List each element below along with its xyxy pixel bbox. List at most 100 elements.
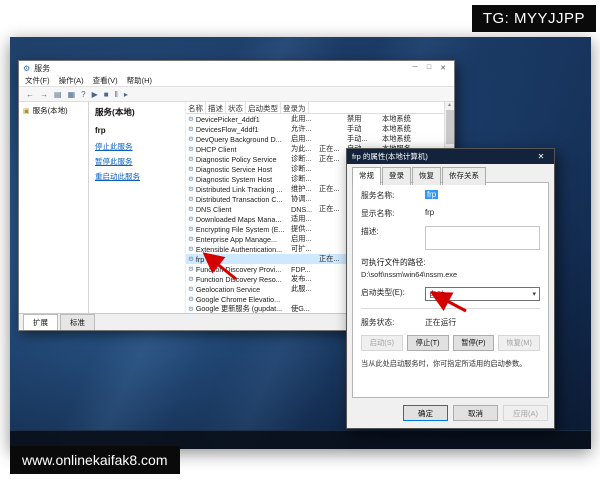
service-name: Function Discovery Reso... (196, 275, 282, 284)
service-status-cell: 正在... (319, 144, 347, 154)
service-desc-cell: 维护... (291, 184, 319, 194)
dialog-tab[interactable]: 常规 (352, 167, 381, 185)
startup-type-select[interactable]: 自动 ▾ (425, 287, 540, 301)
service-name: Geolocation Service (196, 285, 260, 294)
scroll-up-icon[interactable]: ▲ (447, 102, 452, 108)
column-header[interactable]: 状态 (226, 102, 246, 113)
toolbar-icon[interactable]: ▶ (92, 90, 98, 99)
desktop: ⚙ 服务 ─□✕ 文件(F)操作(A)查看(V)帮助(H) ←→▤▦?▶■‖▸ … (10, 37, 591, 449)
menu-item[interactable]: 查看(V) (93, 75, 118, 86)
service-name-cell: ⚙Google 更新服务 (gupdat... (186, 304, 291, 313)
column-header[interactable]: 登录为 (281, 102, 309, 113)
service-control-buttons: 启动(S)停止(T)暂停(P)恢复(M) (361, 335, 540, 351)
dialog-tab[interactable]: 依存关系 (442, 167, 486, 185)
service-gear-icon: ⚙ (188, 225, 194, 233)
menu-item[interactable]: 操作(A) (59, 75, 84, 86)
service-gear-icon: ⚙ (188, 135, 194, 143)
service-gear-icon: ⚙ (188, 175, 194, 183)
column-header[interactable]: 描述 (206, 102, 226, 113)
service-name-label: 服务名称: (361, 190, 425, 201)
dialog-footer-button[interactable]: 取消 (453, 405, 498, 421)
service-name: Distributed Link Tracking ... (196, 185, 283, 194)
service-gear-icon: ⚙ (188, 285, 194, 293)
service-action-link[interactable]: 重启动此服务 (95, 171, 179, 182)
service-name-cell: ⚙DHCP Client (186, 145, 291, 154)
window-control-icon[interactable]: ─ (408, 64, 422, 72)
service-name: Distributed Transaction C... (196, 195, 283, 204)
service-desc-cell: 协调... (291, 194, 319, 204)
service-name-cell: ⚙DevQuery Background D... (186, 135, 291, 144)
toolbar-icon[interactable]: ? (81, 90, 85, 99)
tree-item-label: 服务(本地) (33, 105, 68, 116)
services-titlebar[interactable]: ⚙ 服务 ─□✕ (19, 61, 454, 75)
toolbar-icon[interactable]: ← (26, 90, 34, 99)
close-icon[interactable]: ✕ (533, 152, 549, 161)
service-name-cell: ⚙DNS Client (186, 205, 291, 214)
service-action-links: 停止此服务暂停此服务重启动此服务 (95, 141, 179, 182)
service-name: Google Chrome Elevatio... (196, 295, 280, 304)
service-gear-icon: ⚙ (188, 125, 194, 133)
service-name: Diagnostic System Host (196, 175, 272, 184)
service-control-button[interactable]: 启动(S) (361, 335, 403, 351)
toolbar-icon[interactable]: ▸ (124, 90, 128, 99)
toolbar-icon[interactable]: → (40, 90, 48, 99)
service-desc-cell: 此服... (291, 284, 319, 294)
service-name-cell: ⚙Function Discovery Reso... (186, 275, 291, 284)
view-tab[interactable]: 扩展 (23, 314, 58, 330)
toolbar-icon[interactable]: ■ (104, 90, 109, 99)
service-desc-cell: 启用... (291, 134, 319, 144)
toolbar-icon[interactable]: ▤ (54, 90, 62, 99)
service-name: Enterprise App Manage... (196, 235, 277, 244)
dialog-title: frp 的属性(本地计算机) (352, 151, 428, 162)
service-name: Function Discovery Provi... (196, 265, 281, 274)
service-name: Downloaded Maps Mana... (196, 215, 282, 224)
service-gear-icon: ⚙ (188, 295, 194, 303)
menu-item[interactable]: 文件(F) (25, 75, 50, 86)
table-row[interactable]: ⚙DevicePicker_4ddf1 此用... 禁用 本地系统 (186, 114, 444, 124)
services-app-icon: ⚙ (23, 64, 30, 73)
service-logon-cell: 本地系统 (382, 134, 444, 144)
display-name-value[interactable]: frp (425, 208, 434, 217)
service-logon-cell: 本地系统 (382, 114, 444, 124)
service-logon-cell: 本地系统 (382, 124, 444, 134)
window-control-icon[interactable]: □ (422, 64, 436, 72)
service-name-value[interactable]: frp (425, 190, 438, 199)
service-startup-cell: 手动... (347, 134, 382, 144)
description-field[interactable] (425, 226, 540, 250)
dialog-titlebar[interactable]: frp 的属性(本地计算机) ✕ (347, 149, 554, 164)
service-desc-cell: 使G... (291, 304, 319, 313)
toolbar-icon[interactable]: ▦ (68, 90, 76, 99)
service-gear-icon: ⚙ (188, 255, 194, 263)
service-gear-icon: ⚙ (188, 155, 194, 163)
service-name-cell: ⚙Encrypting File System (E... (186, 225, 291, 234)
service-name-cell: ⚙Distributed Link Tracking ... (186, 185, 291, 194)
table-row[interactable]: ⚙DevicesFlow_4ddf1 允许... 手动 本地系统 (186, 124, 444, 134)
column-header[interactable]: 启动类型 (246, 102, 281, 113)
toolbar-icon[interactable]: ‖ (115, 90, 118, 99)
dialog-footer-button[interactable]: 应用(A) (503, 405, 548, 421)
service-action-link[interactable]: 停止此服务 (95, 141, 179, 152)
dialog-footer: 确定取消应用(A) (403, 405, 548, 421)
service-control-button[interactable]: 恢复(M) (498, 335, 540, 351)
service-status-label: 服务状态: (361, 317, 425, 328)
general-tab-page: 服务名称: frp 显示名称: frp 描述: 可执行文件的路径: D:\sof… (352, 182, 549, 398)
service-action-link[interactable]: 暂停此服务 (95, 156, 179, 167)
service-control-button[interactable]: 停止(T) (407, 335, 449, 351)
scrollbar-thumb[interactable] (446, 110, 454, 144)
service-name: Diagnostic Service Host (196, 165, 272, 174)
tree-item-services-local[interactable]: ▣ 服务(本地) (23, 105, 84, 116)
service-name-cell: ⚙Diagnostic Policy Service (186, 155, 291, 164)
dialog-tab[interactable]: 恢复 (412, 167, 441, 185)
window-controls: ─□✕ (408, 64, 450, 72)
menu-item[interactable]: 帮助(H) (127, 75, 152, 86)
column-header[interactable]: 名称 (186, 102, 206, 113)
window-control-icon[interactable]: ✕ (436, 64, 450, 72)
view-tab[interactable]: 标准 (60, 314, 95, 330)
dialog-tab[interactable]: 登录 (382, 167, 411, 185)
service-status-value: 正在运行 (425, 317, 456, 328)
table-row[interactable]: ⚙DevQuery Background D... 启用... 手动... 本地… (186, 134, 444, 144)
service-gear-icon: ⚙ (188, 275, 194, 283)
service-control-button[interactable]: 暂停(P) (453, 335, 495, 351)
service-name: DNS Client (196, 205, 232, 214)
dialog-footer-button[interactable]: 确定 (403, 405, 448, 421)
